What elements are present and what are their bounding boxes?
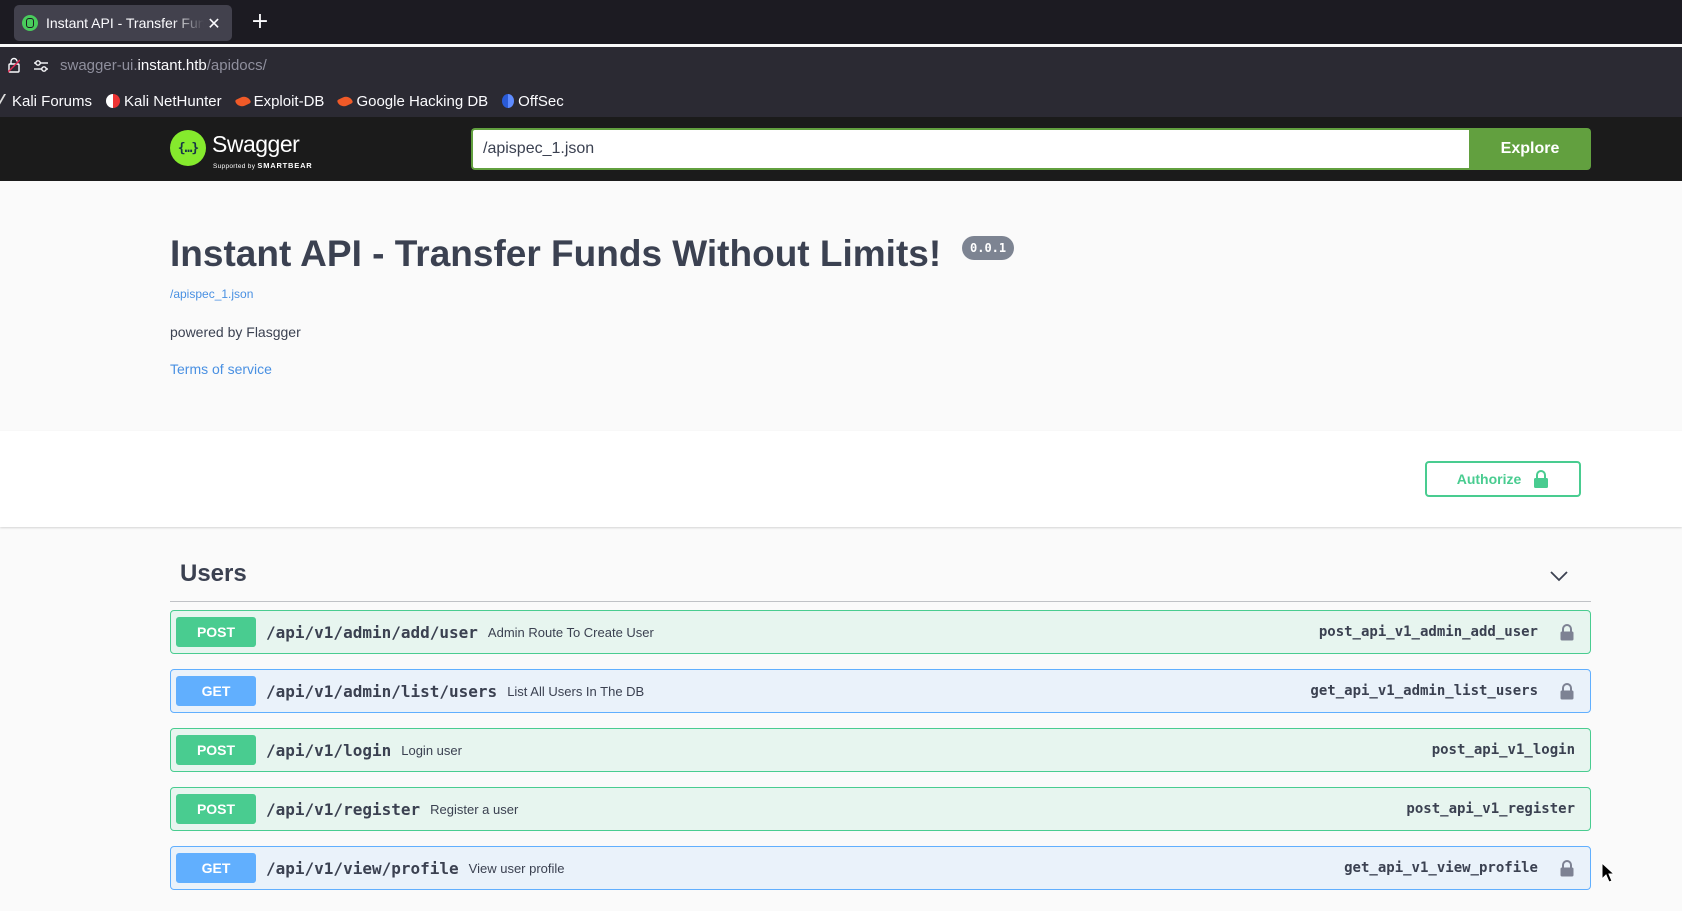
operation-path: /api/v1/register bbox=[266, 799, 421, 819]
method-badge: POST bbox=[176, 735, 256, 765]
operation-path: /api/v1/login bbox=[266, 740, 392, 760]
bookmark-kali-forums[interactable]: Kali Forums bbox=[0, 93, 92, 110]
operation-id: get_api_v1_view_profile bbox=[1344, 860, 1538, 876]
nethunter-icon bbox=[106, 94, 121, 108]
bookmark-label: OffSec bbox=[518, 92, 564, 110]
kali-icon bbox=[0, 94, 13, 108]
operation-id: post_api_v1_register bbox=[1406, 801, 1575, 817]
method-badge: GET bbox=[176, 853, 256, 883]
bookmark-label: Google Hacking DB bbox=[356, 92, 489, 110]
explore-button[interactable]: Explore bbox=[1469, 128, 1591, 170]
exploit-db-icon bbox=[234, 93, 251, 109]
authorize-label: Authorize bbox=[1456, 471, 1522, 487]
method-badge: POST bbox=[176, 794, 256, 824]
operation-id: post_api_v1_login bbox=[1431, 742, 1575, 758]
url-host: instant.htb bbox=[137, 57, 207, 74]
address-bar[interactable]: swagger-ui.instant.htb/apidocs/ bbox=[0, 47, 1682, 85]
version-badge: 0.0.1 bbox=[962, 236, 1015, 260]
operation-path: /api/v1/admin/list/users bbox=[266, 681, 498, 701]
bookmark-exploit-db[interactable]: Exploit-DB bbox=[234, 92, 325, 110]
new-tab-button[interactable]: + bbox=[246, 8, 274, 36]
operation-summary: View user profile bbox=[468, 860, 565, 876]
bookmarks-toolbar: Kali Forums Kali NetHunter Exploit-DB Go… bbox=[0, 85, 1682, 117]
bookmark-label: Kali NetHunter bbox=[124, 92, 222, 110]
operation-path: /api/v1/view/profile bbox=[266, 858, 459, 878]
operation-path: /api/v1/admin/add/user bbox=[266, 622, 478, 642]
smartbear-text: SMARTBEAR bbox=[257, 161, 313, 170]
tab-title: Instant API - Transfer Funds Without Lim… bbox=[46, 15, 204, 31]
url-prefix: swagger-ui. bbox=[60, 57, 138, 74]
operation-post-register[interactable]: POST /api/v1/register Register a user po… bbox=[170, 787, 1591, 831]
offsec-icon bbox=[502, 94, 515, 108]
tag-users-header[interactable]: Users bbox=[170, 550, 1591, 602]
api-description: powered by Flasgger bbox=[170, 324, 301, 340]
method-badge: POST bbox=[176, 617, 256, 647]
operation-post-login[interactable]: POST /api/v1/login Login user post_api_v… bbox=[170, 728, 1591, 772]
url-text[interactable]: swagger-ui.instant.htb/apidocs/ bbox=[60, 57, 267, 74]
lock-icon[interactable] bbox=[1560, 682, 1574, 700]
bookmark-offsec[interactable]: OffSec bbox=[502, 93, 564, 110]
mouse-cursor-icon bbox=[1601, 862, 1615, 883]
swagger-logo-icon[interactable]: {…} bbox=[170, 130, 206, 166]
browser-tab[interactable]: Instant API - Transfer Funds Without Lim… bbox=[14, 5, 232, 41]
unlocked-icon bbox=[1534, 470, 1549, 488]
lock-icon[interactable] bbox=[1560, 623, 1574, 641]
bookmark-label: Kali Forums bbox=[12, 92, 93, 110]
close-tab-icon[interactable]: ✕ bbox=[204, 14, 224, 33]
operation-id: post_api_v1_admin_add_user bbox=[1318, 624, 1538, 640]
spec-url-input[interactable] bbox=[471, 128, 1469, 170]
method-badge: GET bbox=[176, 676, 256, 706]
terms-of-service-link[interactable]: Terms of service bbox=[170, 361, 272, 377]
api-info: Instant API - Transfer Funds Without Lim… bbox=[0, 181, 1682, 431]
operation-summary: Admin Route To Create User bbox=[487, 624, 654, 640]
operation-post-admin-add-user[interactable]: POST /api/v1/admin/add/user Admin Route … bbox=[170, 610, 1591, 654]
operation-get-admin-list-users[interactable]: GET /api/v1/admin/list/users List All Us… bbox=[170, 669, 1591, 713]
url-path: /apidocs/ bbox=[206, 57, 267, 74]
operation-summary: Register a user bbox=[430, 801, 519, 817]
operation-summary: List All Users In The DB bbox=[507, 683, 645, 699]
chevron-down-icon[interactable] bbox=[1549, 566, 1569, 586]
swagger-brand[interactable]: Swagger bbox=[212, 131, 300, 158]
operation-summary: Login user bbox=[401, 742, 462, 758]
browser-tab-bar: Instant API - Transfer Funds Without Lim… bbox=[0, 0, 1682, 44]
lock-icon[interactable] bbox=[1560, 859, 1574, 877]
bookmark-label: Exploit-DB bbox=[253, 92, 325, 110]
ghdb-icon bbox=[337, 93, 354, 109]
insecure-lock-icon[interactable] bbox=[8, 57, 20, 73]
operation-id: get_api_v1_admin_list_users bbox=[1310, 683, 1538, 699]
bookmark-kali-nethunter[interactable]: Kali NetHunter bbox=[106, 93, 222, 110]
swagger-topbar: {…} Swagger Supported by SMARTBEAR Explo… bbox=[0, 117, 1682, 181]
spec-link[interactable]: /apispec_1.json bbox=[170, 287, 253, 301]
operation-get-view-profile[interactable]: GET /api/v1/view/profile View user profi… bbox=[170, 846, 1591, 890]
api-title: Instant API - Transfer Funds Without Lim… bbox=[170, 233, 942, 274]
tag-name: Users bbox=[180, 560, 247, 587]
bookmark-google-hacking-db[interactable]: Google Hacking DB bbox=[337, 92, 489, 110]
authorize-button[interactable]: Authorize bbox=[1425, 461, 1581, 497]
permissions-icon[interactable] bbox=[33, 59, 49, 73]
swagger-favicon-icon bbox=[22, 15, 38, 31]
swagger-supported-by: Supported by SMARTBEAR bbox=[213, 161, 313, 170]
scheme-container: Authorize bbox=[0, 431, 1682, 527]
supported-by-text: Supported by bbox=[213, 163, 256, 170]
